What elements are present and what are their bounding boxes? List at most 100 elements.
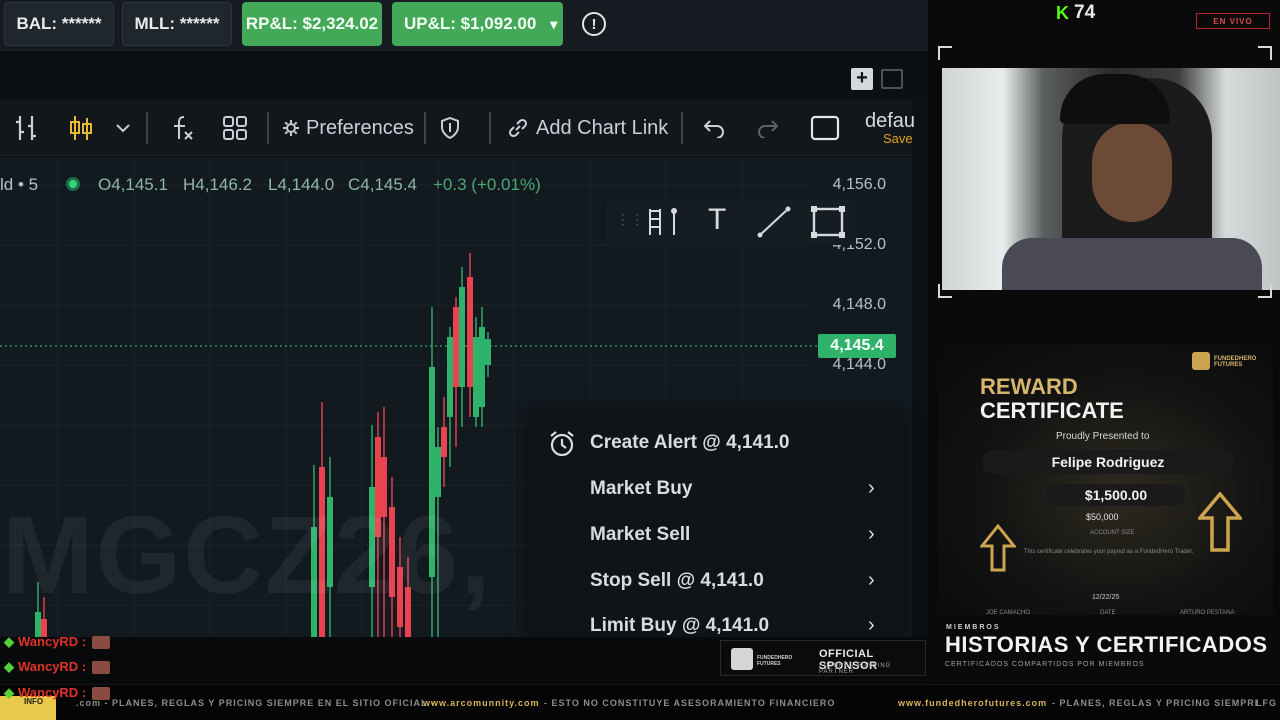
live-badge: EN VIVO [1196,13,1270,29]
unrealized-pnl-label: UP&L: $1,092.00 [404,14,537,33]
sponsor-subtitle: FUTURES FUNDING PARTNER [819,663,892,675]
ohlc-low: L4,144.0 [268,175,335,194]
emote-icon [92,636,111,650]
frame-corner [938,46,952,60]
trendline-tool-icon[interactable] [756,205,792,239]
ohlc-open: O4,145.1 [98,175,168,194]
maximize-icon[interactable] [881,69,903,89]
candle-body [485,339,491,365]
chat-message: ◆ WancyRD : [4,659,111,675]
layout-name[interactable]: defau [865,110,915,133]
layout-grid-icon[interactable] [222,110,248,146]
chevron-right-icon: › [868,523,875,545]
chevron-right-icon: › [868,614,875,636]
market-sell-menu-item[interactable]: Market Sell [590,524,690,546]
ohlc-close: C4,145.4 [348,175,417,194]
cert-account-size: $50,000 [1086,512,1119,522]
drawing-toolbar: ⋮⋮ T [606,199,856,245]
news-ticker: .com - PLANES, REGLAS Y PRICING SIEMPRE … [0,684,1280,720]
drag-handle-icon[interactable]: ⋮⋮ [616,211,644,228]
price-axis-label: 4,148.0 [832,296,886,313]
chevron-down-icon: ▾ [550,15,558,32]
frame-corner [938,284,952,298]
cert-body-text: This certificate celebrates your payout … [1024,549,1194,555]
symbol-interval-label: ld • 5 [0,175,39,194]
members-title: HISTORIAS Y CERTIFICADOS [945,632,1268,657]
stop-sell-menu-item[interactable]: Stop Sell @ 4,141.0 [590,570,764,592]
toolbar-divider [146,112,148,144]
flag-marker-icon[interactable] [646,205,682,239]
preferences-button[interactable]: Preferences [282,110,414,146]
save-layout-button[interactable]: Save [883,131,913,146]
candlestick-icon[interactable] [68,110,94,146]
indicators-icon[interactable] [170,110,194,146]
fullscreen-icon[interactable] [810,110,840,146]
members-small-label: MIEMBROS [946,624,1001,631]
candle-body [479,327,485,407]
ticker-segment: .com - PLANES, REGLAS Y PRICING SIEMPRE … [76,698,435,708]
cert-signature-right: ARTURO PESTANA [1180,610,1235,616]
create-alert-menu-item[interactable]: Create Alert @ 4,141.0 [590,432,789,454]
cert-signature-left: JOE CAMACHO [986,610,1031,616]
ticker-segment: - PLANES, REGLAS Y PRICING SIEMPRI [1052,698,1259,708]
chevron-right-icon: › [868,569,875,591]
balance-badge: BAL: ****** [4,2,114,46]
current-price-marker: 4,145.4 [818,334,896,358]
candle-body [459,287,465,387]
chart-window-header: + [0,50,928,100]
ticker-link: www.arcomunnity.com [423,698,540,708]
sponsor-brand: FUNDEDHERO FUTURES [757,655,793,667]
webcam-feed [942,68,1280,290]
candle-body [435,447,441,497]
chat-username: WancyRD [18,685,79,700]
emote-icon [92,661,111,675]
realized-pnl-badge: RP&L: $2,324.02 [242,2,382,46]
viewer-count: 74 [1074,2,1096,23]
candle-body [473,337,479,417]
cert-presented-label: Proudly Presented to [1056,431,1150,442]
bar-style-icon[interactable] [14,110,40,146]
gold-arrow-icon [980,524,1016,572]
cert-title-certificate: CERTIFICATE [980,398,1124,423]
market-buy-menu-item[interactable]: Market Buy [590,478,692,500]
frame-corner [1258,46,1272,60]
candle-body [453,307,459,387]
unrealized-pnl-dropdown[interactable]: UP&L: $1,092.00 ▾ [392,2,563,46]
fundedhero-logo-icon [1192,352,1210,370]
candle-body [447,337,453,417]
cert-payout-amount: $1,500.00 [1046,484,1186,506]
limit-buy-menu-item[interactable]: Limit Buy @ 4,141.0 [590,615,769,637]
text-tool-icon[interactable]: T [708,203,726,237]
toolbar-divider [424,112,426,144]
gear-icon [283,120,299,136]
price-axis-label: 4,156.0 [832,176,886,193]
emote-icon [92,687,111,701]
add-chart-link-button[interactable]: Add Chart Link [507,110,668,146]
fundedhero-logo-icon [731,648,753,670]
status-dot-icon [66,177,80,191]
ohlc-change: +0.3 (+0.01%) [433,175,541,194]
shield-icon[interactable] [440,110,460,146]
mll-badge: MLL: ****** [122,2,232,46]
cert-title-reward: REWARD [980,374,1078,399]
undo-icon[interactable] [702,110,726,146]
symbol-watermark: MGCZ26, [2,494,493,617]
alert-icon[interactable]: ! [582,12,606,36]
diamond-icon: ◆ [4,685,14,700]
chevron-down-icon[interactable] [115,110,131,146]
alarm-clock-icon [550,431,574,457]
candle-body [441,427,447,457]
diamond-icon: ◆ [4,634,14,649]
chevron-right-icon: › [868,477,875,499]
ticker-tag: LFG [1256,698,1277,708]
ohlc-high: H4,146.2 [183,175,252,194]
chat-username: WancyRD [18,659,79,674]
chart-context-menu: Create Alert @ 4,141.0 Market Buy › Mark… [530,410,902,637]
rectangle-tool-icon[interactable] [810,205,846,239]
chat-message: ◆ WancyRD : [4,634,111,650]
redo-icon[interactable] [756,110,780,146]
toolbar-divider [489,112,491,144]
price-axis-label: 4,144.0 [832,356,886,373]
cert-account-label: ACCOUNT SIZE [1090,530,1135,536]
add-window-icon[interactable]: + [851,68,873,90]
